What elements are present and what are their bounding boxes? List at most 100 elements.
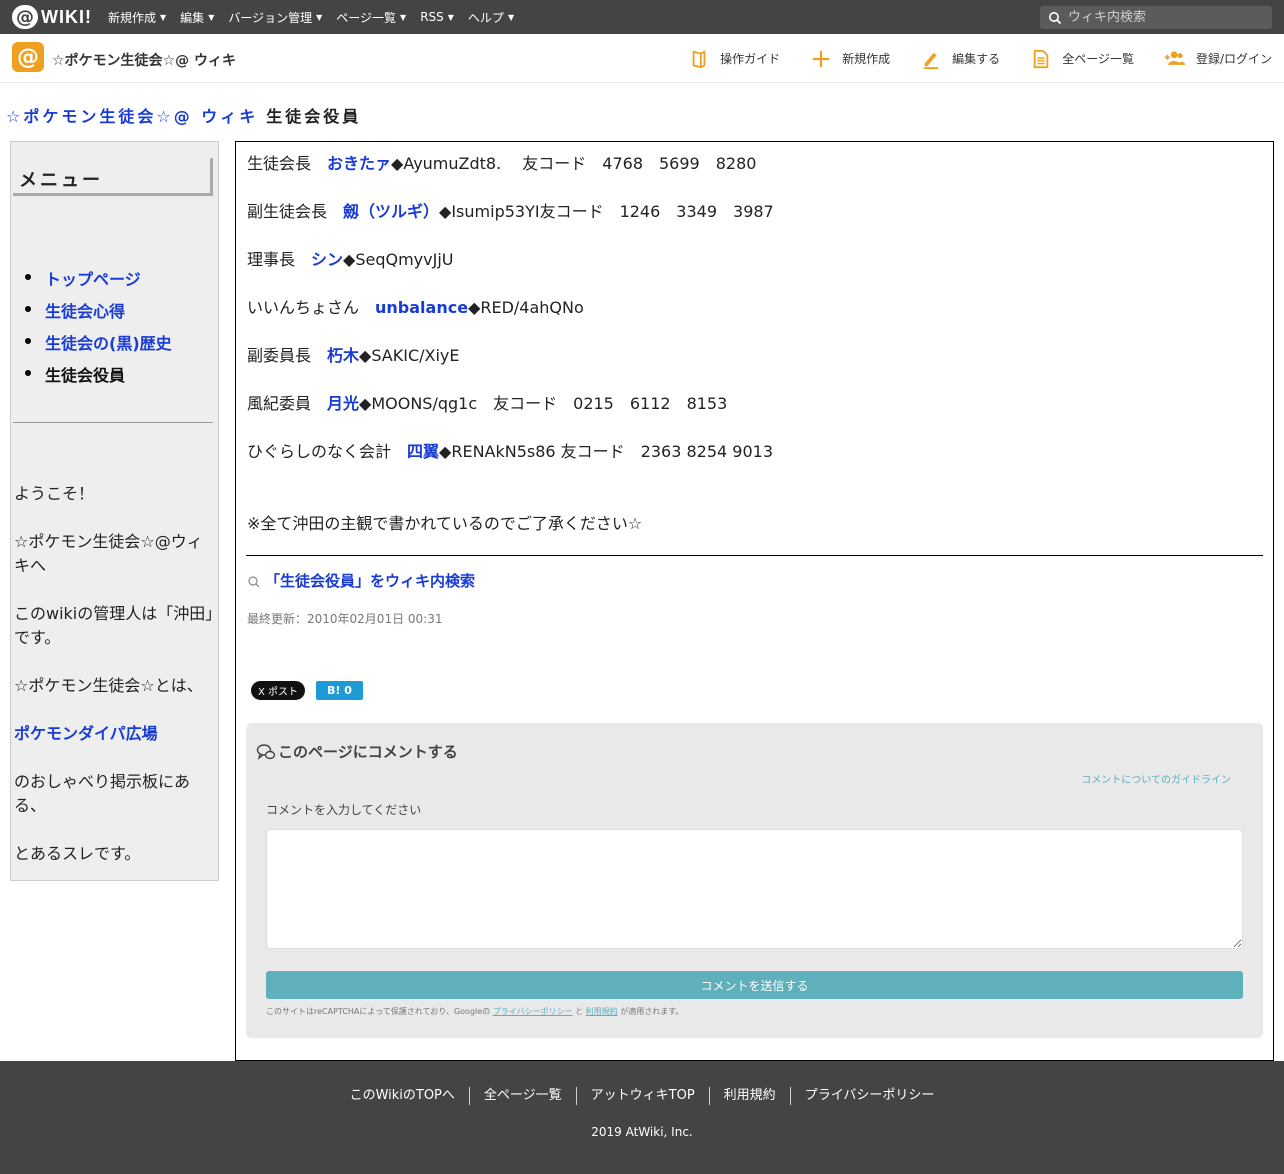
- edit-label: 編集する: [952, 52, 1001, 66]
- disclaimer-note: ※全て沖田の主観で書かれているのでご了承ください☆: [247, 514, 643, 533]
- guide-button[interactable]: 操作ガイド: [688, 48, 780, 70]
- wiki-title-link[interactable]: ☆ポケモン生徒会☆@ ウィキ: [6, 107, 258, 126]
- menu-item-history[interactable]: 生徒会の(黒)歴史: [25, 330, 172, 362]
- caret-down-icon: ▼: [507, 12, 515, 22]
- officer-role: 風紀委員: [247, 394, 328, 413]
- guide-label: 操作ガイド: [720, 52, 781, 66]
- officer-name-link[interactable]: おきたァ: [327, 154, 391, 173]
- login-label: 登録/ログイン: [1195, 52, 1272, 66]
- menu-title: メニュー: [13, 158, 213, 196]
- officer-row: ひぐらしのなく会計 四翼◆RENAkN5s86 友コード 2363 8254 9…: [247, 438, 774, 486]
- menu-item-top[interactable]: トップページ: [25, 266, 172, 298]
- officer-row: 理事長 シン◆SeqQmyvJjU: [247, 246, 774, 294]
- officer-info: ◆SAKIC/XiyE: [359, 346, 460, 365]
- footer: このWikiのTOPへ 全ページ一覧 アットウィキTOP 利用規約 プライバシー…: [0, 1061, 1284, 1174]
- footer-link-terms[interactable]: 利用規約: [708, 1087, 790, 1105]
- officer-role: 副生徒会長: [247, 202, 344, 221]
- all-pages-button[interactable]: 全ページ一覧: [1030, 48, 1134, 70]
- welcome-line: このwikiの管理人は「沖田」です。: [14, 604, 214, 647]
- officer-name-link[interactable]: 朽木: [327, 346, 359, 365]
- recaptcha-suffix: が適用されます。: [620, 1007, 684, 1016]
- board-link[interactable]: ポケモンダイパ広場: [14, 724, 158, 743]
- terms-link[interactable]: 利用規約: [586, 1007, 618, 1016]
- comment-label: コメントを入力してください: [266, 803, 422, 817]
- nav-edit[interactable]: 編集 ▼: [180, 9, 214, 26]
- main-content: 生徒会長 おきたァ◆AyumuZdt8. 友コード 4768 5699 8280…: [235, 141, 1274, 1061]
- logo-text: WIKI!: [41, 6, 92, 27]
- search-input[interactable]: [1068, 10, 1268, 25]
- search-icon: [248, 575, 260, 587]
- document-icon: [1030, 48, 1052, 70]
- social-buttons: X ポスト B! 0: [251, 681, 363, 700]
- nav-help[interactable]: ヘルプ ▼: [468, 9, 514, 26]
- officer-row: 風紀委員 月光◆MOONS/qg1c 友コード 0215 6112 8153: [247, 390, 774, 438]
- nav-page-list[interactable]: ページ一覧 ▼: [336, 9, 406, 26]
- content-divider: [246, 555, 1263, 556]
- menu-item-label: 生徒会役員: [45, 366, 126, 385]
- menu-item-officers: 生徒会役員: [25, 362, 172, 394]
- menu-item-label: 生徒会心得: [45, 302, 126, 321]
- edit-button[interactable]: 編集する: [920, 48, 1000, 70]
- bullet-icon: [25, 338, 31, 344]
- caret-down-icon: ▼: [160, 12, 167, 22]
- nav-new-label: 新規作成: [108, 10, 157, 25]
- at-logo-icon: @: [12, 5, 38, 29]
- caret-down-icon: ▼: [316, 12, 323, 22]
- all-pages-label: 全ページ一覧: [1062, 52, 1134, 66]
- welcome-line: ようこそ！: [14, 484, 95, 503]
- bullet-icon: [25, 274, 31, 280]
- hatena-bookmark-button[interactable]: B! 0: [316, 681, 363, 700]
- site-name[interactable]: ☆ポケモン生徒会☆@ ウィキ: [52, 50, 236, 70]
- welcome-text: ようこそ！ ☆ポケモン生徒会☆@ウィキへ このwikiの管理人は「沖田」です。 …: [14, 482, 214, 890]
- footer-link-atwiki-top[interactable]: アットウィキTOP: [575, 1087, 709, 1105]
- welcome-line: のおしゃべり掲示板にある、: [14, 772, 191, 815]
- footer-link-wiki-top[interactable]: このWikiのTOPへ: [336, 1087, 469, 1105]
- officer-row: 副生徒会長 劔（ツルギ）◆Isumip53YI友コード 1246 3349 39…: [247, 198, 774, 246]
- officer-info: ◆RED/4ahQNo: [468, 298, 584, 317]
- officer-name-link[interactable]: unbalance: [375, 298, 468, 317]
- last-updated: 最終更新：2010年02月01日 00:31: [247, 612, 443, 626]
- atwiki-logo[interactable]: @ WIKI!: [12, 5, 92, 29]
- caret-down-icon: ▼: [447, 12, 454, 22]
- nav-new[interactable]: 新規作成 ▼: [108, 9, 166, 26]
- menu-divider: [13, 422, 213, 423]
- login-button[interactable]: 登録/ログイン: [1164, 48, 1272, 70]
- top-search: [1040, 6, 1272, 29]
- footer-link-privacy[interactable]: プライバシーポリシー: [789, 1087, 949, 1105]
- wiki-search-link[interactable]: 「生徒会役員」をウィキ内検索: [247, 570, 475, 591]
- menu-item-rules[interactable]: 生徒会心得: [25, 298, 172, 330]
- top-bar: @ WIKI! 新規作成 ▼ 編集 ▼ バージョン管理 ▼ ページ一覧 ▼ RSS ▼ ヘ…: [0, 0, 1284, 34]
- nav-version[interactable]: バージョン管理 ▼: [228, 9, 322, 26]
- officer-name-link[interactable]: 劔（ツルギ）: [343, 202, 439, 221]
- nav-version-label: バージョン管理: [228, 10, 313, 25]
- tweet-button[interactable]: X ポスト: [251, 681, 305, 700]
- new-page-label: 新規作成: [842, 52, 891, 66]
- comment-textarea[interactable]: [266, 829, 1243, 949]
- officer-info: ◆MOONS/qg1c 友コード 0215 6112 8153: [359, 394, 728, 413]
- nav-edit-label: 編集: [180, 10, 205, 25]
- new-page-button[interactable]: 新規作成: [810, 48, 890, 70]
- footer-links: このWikiのTOPへ 全ページ一覧 アットウィキTOP 利用規約 プライバシー…: [0, 1087, 1284, 1105]
- pencil-icon: [920, 48, 942, 70]
- submit-comment-button[interactable]: コメントを送信する: [266, 971, 1243, 999]
- officer-role: 副委員長: [247, 346, 328, 365]
- welcome-line: ☆ポケモン生徒会☆とは、: [14, 676, 203, 695]
- officer-info: ◆RENAkN5s86 友コード 2363 8254 9013: [439, 442, 774, 461]
- add-users-icon: [1164, 48, 1186, 70]
- officer-row: 生徒会長 おきたァ◆AyumuZdt8. 友コード 4768 5699 8280: [247, 150, 774, 198]
- comment-guideline-link[interactable]: コメントについてのガイドライン: [1081, 771, 1231, 786]
- search-icon: [1049, 11, 1062, 24]
- officer-role: 生徒会長: [247, 154, 328, 173]
- recaptcha-notice: このサイトはreCAPTCHAによって保護されており、Googleの プライバシ…: [266, 1006, 683, 1017]
- bullet-icon: [25, 306, 31, 312]
- officer-name-link[interactable]: シン: [311, 250, 343, 269]
- menu-item-label: トップページ: [45, 270, 141, 289]
- sidebar-menu: メニュー トップページ 生徒会心得 生徒会の(黒)歴史 生徒会役員 ようこそ！ …: [10, 141, 219, 881]
- site-logo-icon[interactable]: @: [12, 42, 44, 72]
- privacy-policy-link[interactable]: プライバシーポリシー: [493, 1007, 573, 1016]
- nav-rss[interactable]: RSS ▼: [420, 10, 454, 24]
- officer-name-link[interactable]: 月光: [327, 394, 359, 413]
- officer-role: いいんちょさん: [247, 298, 376, 317]
- officer-name-link[interactable]: 四翼: [407, 442, 439, 461]
- footer-link-all-pages[interactable]: 全ページ一覧: [468, 1087, 576, 1105]
